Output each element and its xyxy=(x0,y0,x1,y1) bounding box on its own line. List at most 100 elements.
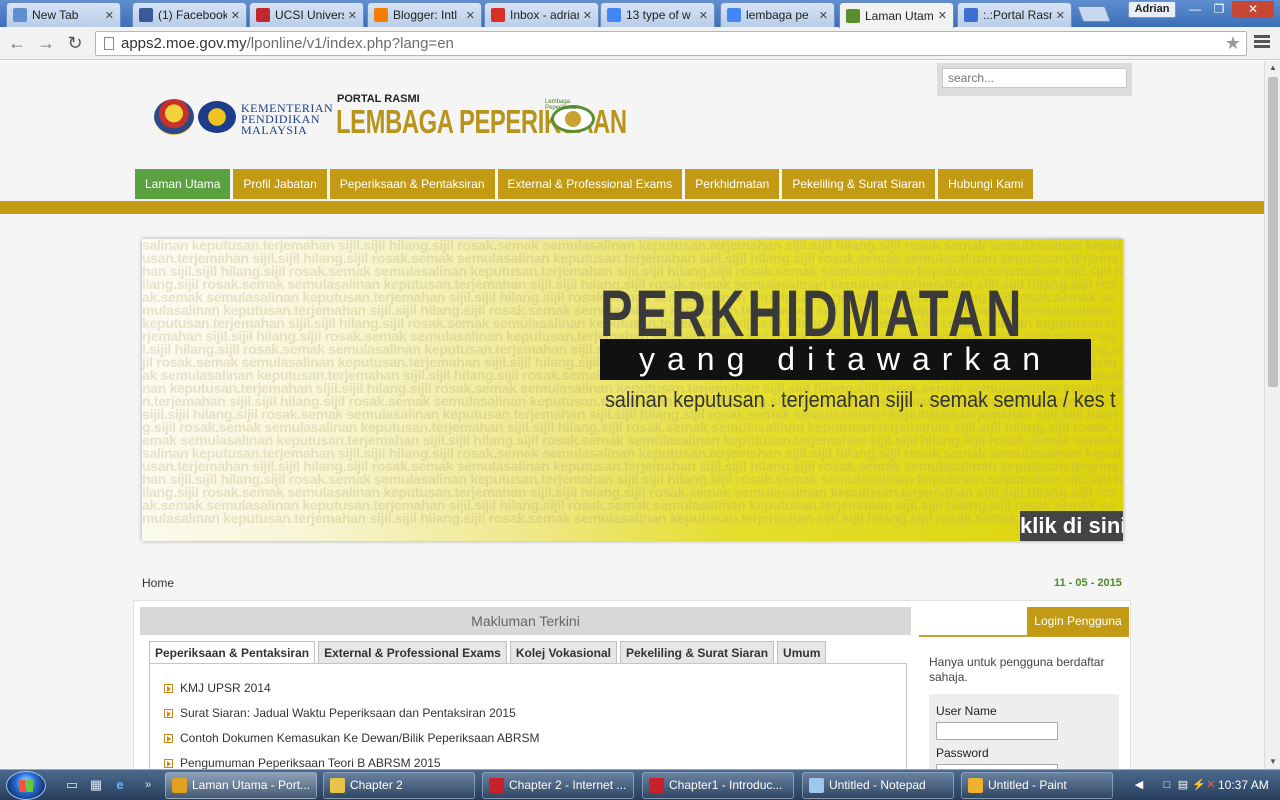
search-input[interactable] xyxy=(942,68,1127,88)
browser-tab[interactable]: (1) Facebook ✕ xyxy=(132,2,247,27)
taskbar-clock[interactable]: 10:37 AM xyxy=(1218,778,1269,792)
profile-button[interactable]: Adrian xyxy=(1128,1,1176,18)
nav-item[interactable]: Laman Utama xyxy=(135,169,231,199)
nav-divider-strip xyxy=(0,201,1264,214)
browser-tab[interactable]: lembaga pe ✕ xyxy=(720,2,835,27)
news-item-link[interactable]: Surat Siaran: Jadual Waktu Peperiksaan d… xyxy=(180,706,516,720)
browser-tab[interactable]: UCSI University ✕ xyxy=(249,2,364,27)
reload-icon[interactable]: ↻ xyxy=(65,33,85,53)
banner-cta-button[interactable]: klik di sini xyxy=(1020,511,1123,541)
kpm-logo-icon xyxy=(198,101,236,133)
news-item[interactable]: Contoh Dokumen Kemasukan Ke Dewan/Bilik … xyxy=(164,729,540,747)
nav-item[interactable]: Perkhidmatan xyxy=(685,169,780,199)
start-button[interactable] xyxy=(6,771,46,800)
tray-volume-muted-icon[interactable]: ✕ xyxy=(1204,778,1218,792)
browser-menu-icon[interactable] xyxy=(1254,35,1270,49)
news-tab[interactable]: External & Professional Exams xyxy=(318,641,507,663)
close-tab-icon[interactable]: ✕ xyxy=(1056,9,1065,22)
nav-item[interactable]: Profil Jabatan xyxy=(233,169,327,199)
address-bar[interactable]: apps2.moe.gov.my/lponline/v1/index.php?l… xyxy=(95,31,1247,56)
tab-title: Blogger: Intl xyxy=(393,8,458,22)
close-tab-icon[interactable]: ✕ xyxy=(699,9,708,22)
scroll-down-icon[interactable]: ▼ xyxy=(1265,755,1280,769)
pdf-icon xyxy=(489,778,504,793)
services-banner[interactable]: salinan keputusan.terjemahan sijil.sijil… xyxy=(142,239,1123,541)
close-window-icon[interactable]: ✕ xyxy=(1232,1,1274,18)
scroll-up-icon[interactable]: ▲ xyxy=(1265,61,1280,75)
vertical-scrollbar[interactable]: ▲ ▼ xyxy=(1264,61,1280,769)
taskbar-task[interactable]: Untitled - Paint xyxy=(961,772,1113,799)
browser-tab[interactable]: Inbox - adrian ✕ xyxy=(484,2,599,27)
taskbar-task[interactable]: Chapter1 - Introduc... xyxy=(642,772,794,799)
close-tab-icon[interactable]: ✕ xyxy=(348,9,357,22)
news-tab[interactable]: Umum xyxy=(777,641,827,663)
chrome-icon xyxy=(172,778,187,793)
internet-explorer-icon[interactable]: e xyxy=(112,777,128,793)
site-logo[interactable]: KEMENTERIAN PENDIDIKAN MALAYSIA PORTAL R… xyxy=(150,91,627,151)
close-tab-icon[interactable]: ✕ xyxy=(231,9,240,22)
news-tab[interactable]: Peperiksaan & Pentaksiran xyxy=(149,641,316,665)
show-desktop-icon[interactable]: ▭ xyxy=(64,777,80,793)
taskbar-task-label: Untitled - Notepad xyxy=(829,778,926,792)
facebook-icon xyxy=(139,8,153,22)
taskbar-task[interactable]: Untitled - Notepad xyxy=(802,772,954,799)
tab-title: Inbox - adrian xyxy=(510,8,579,22)
password-label: Password xyxy=(936,746,989,760)
nav-item[interactable]: Hubungi Kami xyxy=(938,169,1034,199)
news-item[interactable]: KMJ UPSR 2014 xyxy=(164,679,271,697)
username-label: User Name xyxy=(936,704,997,718)
username-input[interactable] xyxy=(936,722,1058,740)
news-item-link[interactable]: Pengumuman Peperiksaan Teori B ABRSM 201… xyxy=(180,756,441,769)
forward-arrow-icon[interactable]: → xyxy=(36,33,56,53)
new-tab-button[interactable] xyxy=(1077,6,1111,22)
nav-item[interactable]: Peperiksaan & Pentaksiran xyxy=(329,169,495,199)
windows-taskbar: ▭ ▦ e » Laman Utama - Port... Chapter 2 Ch… xyxy=(0,769,1280,800)
url-host: apps2.moe.gov.my xyxy=(121,35,247,52)
news-header: Makluman Terkini xyxy=(140,607,911,635)
close-tab-icon[interactable]: ✕ xyxy=(105,9,114,22)
tab-title: UCSI University xyxy=(275,8,344,22)
close-tab-icon[interactable]: ✕ xyxy=(583,9,592,22)
taskbar-task[interactable]: Chapter 2 xyxy=(323,772,475,799)
browser-tab[interactable]: :.:Portal Rasmi ✕ xyxy=(957,2,1072,27)
kpm-line-3: MALAYSIA xyxy=(241,123,308,137)
news-item[interactable]: Surat Siaran: Jadual Waktu Peperiksaan d… xyxy=(164,704,516,722)
folder-icon xyxy=(330,778,345,793)
pdf-icon xyxy=(649,778,664,793)
browser-tab-strip: New Tab✕(1) Facebook✕UCSI University✕Blo… xyxy=(0,0,1280,28)
paint-icon xyxy=(968,778,983,793)
quicklaunch-more-icon[interactable]: » xyxy=(140,777,156,793)
tab-title: Laman Utama xyxy=(865,8,934,23)
breadcrumb[interactable]: Home xyxy=(142,576,174,590)
close-tab-icon[interactable]: ✕ xyxy=(938,9,947,22)
browser-tab[interactable]: New Tab ✕ xyxy=(6,2,121,27)
bookmark-star-icon[interactable]: ★ xyxy=(1225,33,1241,54)
minimize-icon[interactable]: — xyxy=(1184,1,1206,18)
tray-clipboard-icon[interactable]: □ xyxy=(1160,778,1174,792)
news-tab[interactable]: Kolej Vokasional xyxy=(509,641,617,663)
close-tab-icon[interactable]: ✕ xyxy=(819,9,828,22)
site-search xyxy=(937,63,1132,96)
maximize-icon[interactable]: ❐ xyxy=(1208,1,1230,18)
nav-item[interactable]: Pekeliling & Surat Siaran xyxy=(782,169,936,199)
nav-item[interactable]: External & Professional Exams xyxy=(497,169,683,199)
news-item-link[interactable]: Contoh Dokumen Kemasukan Ke Dewan/Bilik … xyxy=(180,731,540,745)
explorer-icon[interactable]: ▦ xyxy=(88,777,104,793)
taskbar-task[interactable]: Chapter 2 - Internet ... xyxy=(482,772,634,799)
tray-network-icon[interactable]: ▤ xyxy=(1176,778,1190,792)
taskbar-task-label: Untitled - Paint xyxy=(988,778,1067,792)
tab-title: New Tab xyxy=(32,8,79,22)
taskbar-task[interactable]: Laman Utama - Port... xyxy=(165,772,317,799)
news-tabs: Peperiksaan & Pentaksiran External & Prof… xyxy=(149,641,827,665)
tray-expand-icon[interactable]: ◀ xyxy=(1132,778,1146,792)
gmail-icon xyxy=(491,8,505,22)
close-tab-icon[interactable]: ✕ xyxy=(466,9,475,22)
back-arrow-icon[interactable]: ← xyxy=(7,33,27,53)
scrollbar-thumb[interactable] xyxy=(1268,77,1278,387)
news-item[interactable]: Pengumuman Peperiksaan Teori B ABRSM 201… xyxy=(164,754,441,769)
news-item-link[interactable]: KMJ UPSR 2014 xyxy=(180,681,271,695)
browser-tab[interactable]: Blogger: Intl ✕ xyxy=(367,2,482,27)
browser-tab[interactable]: Laman Utama ✕ xyxy=(839,2,954,28)
browser-tab[interactable]: 13 type of w ✕ xyxy=(600,2,715,27)
news-tab[interactable]: Pekeliling & Surat Siaran xyxy=(619,641,775,663)
